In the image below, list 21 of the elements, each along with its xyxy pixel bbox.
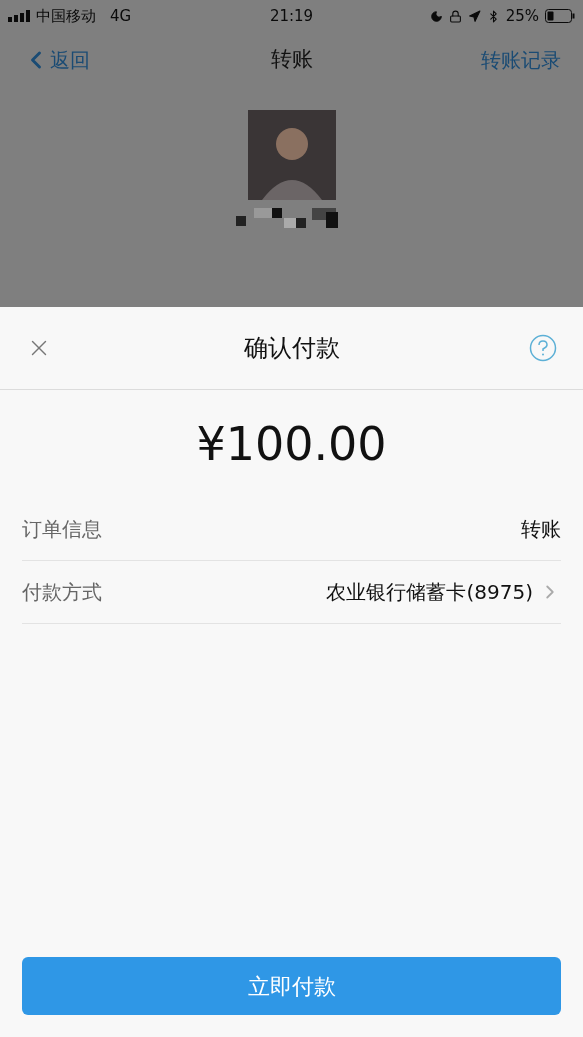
network-type: 4G [110, 5, 132, 27]
battery-icon [545, 9, 575, 23]
rotation-lock-icon [448, 9, 462, 23]
page-title: 转账 [270, 46, 313, 74]
row-label: 订单信息 [22, 516, 102, 543]
transfer-history-link[interactable]: 转账记录 [481, 45, 561, 75]
avatar-icon [247, 110, 336, 200]
signal-icon [8, 10, 32, 22]
help-button[interactable] [529, 334, 557, 362]
battery-percent: 25% [505, 5, 539, 27]
row-value: 转账 [521, 516, 561, 543]
row-label: 付款方式 [22, 579, 102, 606]
carrier-name: 中国移动 [36, 5, 96, 27]
back-button[interactable]: 返回 [22, 45, 90, 75]
payment-amount: ¥100.00 [196, 415, 387, 473]
pay-now-button[interactable]: 立即付款 [22, 957, 561, 1015]
clock-time: 21:19 [268, 5, 315, 27]
sheet-title: 确认付款 [243, 333, 340, 364]
location-arrow-icon [467, 9, 481, 23]
payment-method-selector[interactable]: 农业银行储蓄卡(8975) [326, 577, 561, 607]
moon-icon [429, 9, 443, 23]
